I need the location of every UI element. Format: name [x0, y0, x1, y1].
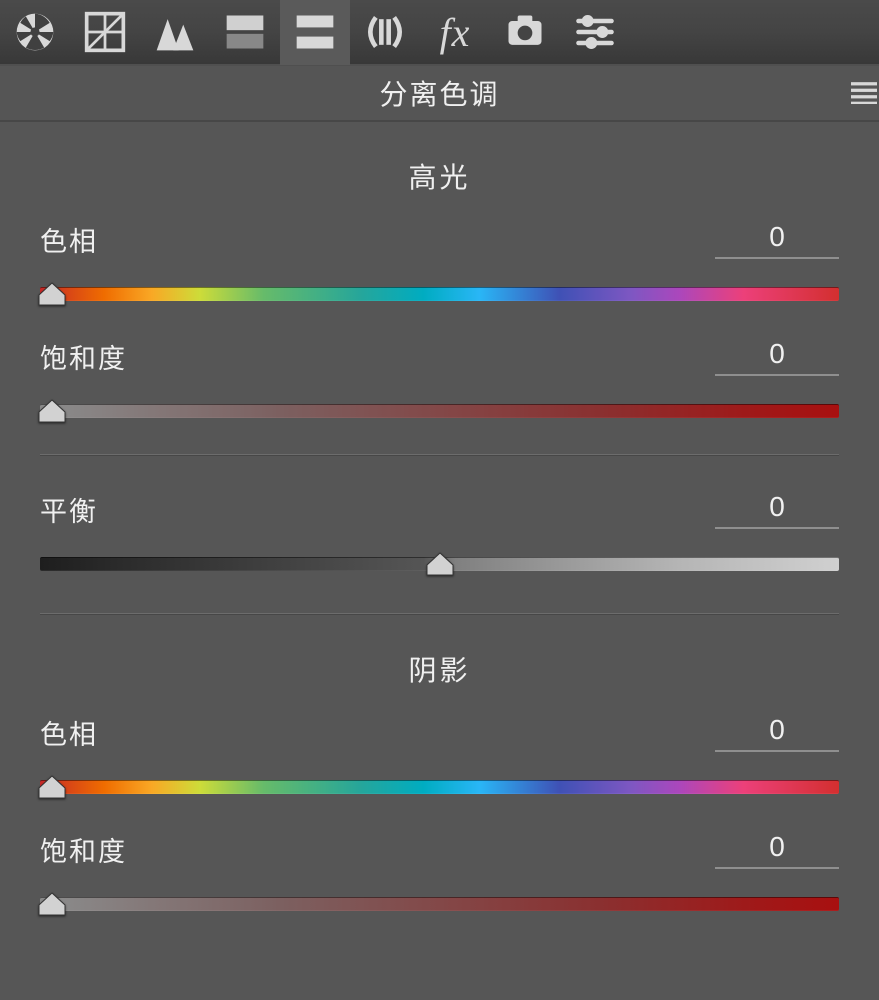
slider-track[interactable]: [40, 549, 839, 579]
tab-detail-icon[interactable]: [140, 0, 210, 65]
slider-value-input[interactable]: 0: [715, 714, 839, 752]
tab-curve-icon[interactable]: [70, 0, 140, 65]
tab-splittone-icon[interactable]: [280, 0, 350, 65]
tab-basic-icon[interactable]: [0, 0, 70, 65]
slider-value-input[interactable]: 0: [715, 491, 839, 529]
slider-label: 色相: [40, 220, 98, 259]
slider-value-input[interactable]: 0: [715, 831, 839, 869]
panel-menu-icon[interactable]: [843, 75, 879, 111]
slider-track[interactable]: [40, 772, 839, 802]
section-divider: [40, 454, 839, 456]
panel-title-bar: 分离色调: [0, 66, 879, 122]
tab-effects-icon[interactable]: fx: [420, 0, 490, 65]
slider-highlights-saturation: 饱和度 0: [0, 337, 879, 426]
slider-value-input[interactable]: 0: [715, 221, 839, 259]
tab-presets-icon[interactable]: [560, 0, 630, 65]
slider-track[interactable]: [40, 396, 839, 426]
slider-label: 平衡: [40, 490, 98, 529]
slider-value-input[interactable]: 0: [715, 338, 839, 376]
tab-lens-icon[interactable]: [350, 0, 420, 65]
slider-highlights-hue: 色相 0: [0, 220, 879, 309]
tab-hsl-icon[interactable]: [210, 0, 280, 65]
slider-shadows-hue: 色相 0: [0, 713, 879, 802]
slider-track[interactable]: [40, 889, 839, 919]
slider-label: 饱和度: [40, 337, 127, 376]
slider-label: 色相: [40, 713, 98, 752]
panel-title: 分离色调: [379, 73, 499, 113]
slider-balance: 平衡 0: [0, 490, 879, 579]
slider-label: 饱和度: [40, 830, 127, 869]
tab-calibration-icon[interactable]: [490, 0, 560, 65]
slider-track[interactable]: [40, 279, 839, 309]
top-toolbar: fx: [0, 0, 879, 66]
slider-shadows-saturation: 饱和度 0: [0, 830, 879, 919]
section-title-highlights: 高光: [0, 156, 879, 196]
section-divider: [40, 613, 839, 615]
section-title-shadows: 阴影: [0, 649, 879, 689]
